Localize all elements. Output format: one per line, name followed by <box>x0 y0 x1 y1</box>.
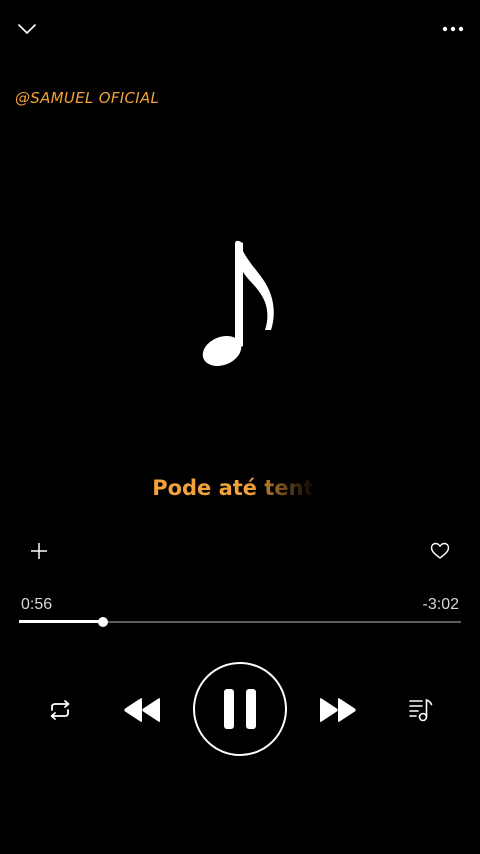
pause-icon <box>193 662 287 756</box>
more-horizontal-icon <box>442 26 464 32</box>
favorite-button[interactable] <box>424 536 456 566</box>
play-pause-button[interactable] <box>192 661 288 757</box>
more-options-button[interactable] <box>434 14 472 44</box>
fast-forward-icon <box>320 698 356 722</box>
repeat-icon <box>50 700 70 720</box>
collapse-player-button[interactable] <box>10 14 44 44</box>
album-artwork <box>195 238 285 374</box>
add-to-playlist-button[interactable] <box>24 536 54 566</box>
lyric-line: Pode até tenta <box>0 476 480 500</box>
plus-icon <box>31 543 47 559</box>
queue-button[interactable] <box>404 692 438 728</box>
heart-outline-icon <box>430 542 450 559</box>
channel-watermark: @SAMUEL OFICIAL <box>15 89 160 107</box>
progress-handle[interactable] <box>97 617 108 627</box>
music-note-icon <box>202 240 274 366</box>
progress-slider[interactable] <box>19 612 461 632</box>
previous-button[interactable] <box>120 692 164 728</box>
playlist-icon <box>409 698 433 722</box>
chevron-down-icon <box>18 24 36 34</box>
next-button[interactable] <box>316 692 360 728</box>
repeat-button[interactable] <box>43 694 77 726</box>
rewind-icon <box>124 698 160 722</box>
progress-fill <box>19 620 103 623</box>
